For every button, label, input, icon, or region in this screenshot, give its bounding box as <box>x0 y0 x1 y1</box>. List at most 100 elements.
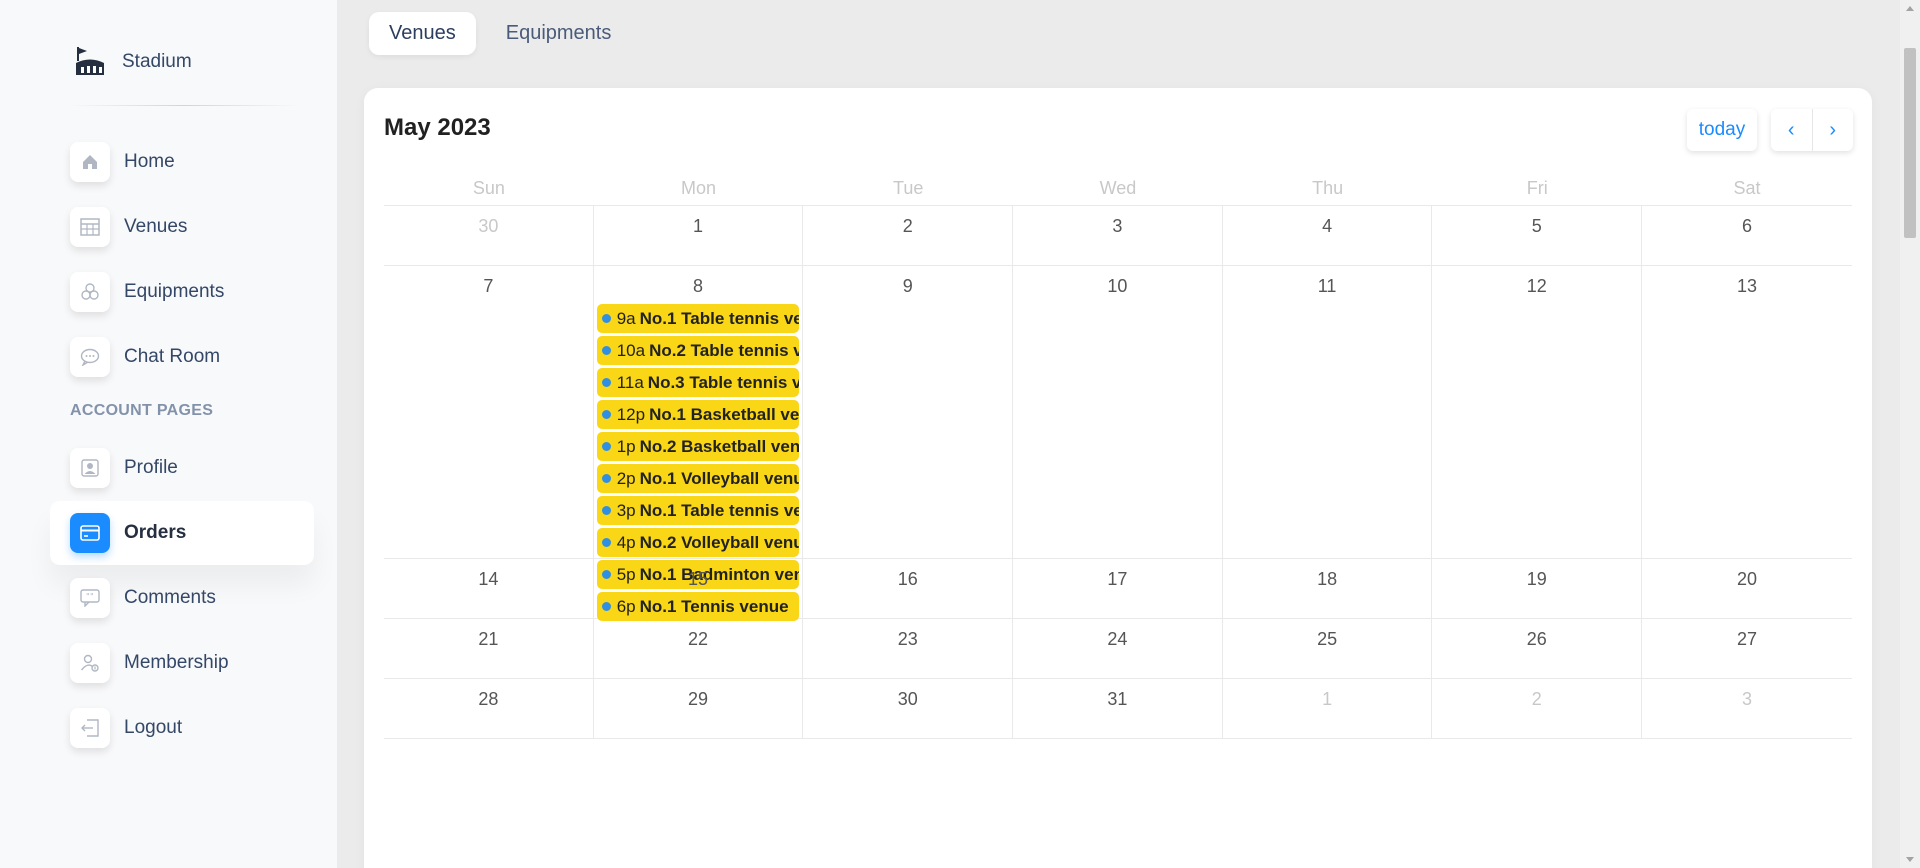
day-number[interactable]: 16 <box>803 559 1012 597</box>
scroll-down-icon[interactable] <box>1906 857 1914 862</box>
calendar-day[interactable]: 7 <box>384 266 594 558</box>
day-number[interactable]: 23 <box>803 619 1012 657</box>
calendar-day[interactable]: 18 <box>1223 559 1433 618</box>
day-number[interactable]: 2 <box>803 206 1012 244</box>
day-number[interactable]: 27 <box>1642 619 1852 657</box>
calendar-day[interactable]: 28 <box>384 679 594 738</box>
day-number[interactable]: 4 <box>1223 206 1432 244</box>
calendar-day[interactable]: 29 <box>594 679 804 738</box>
today-button[interactable]: today <box>1687 109 1757 151</box>
calendar-day[interactable]: 11 <box>1223 266 1433 558</box>
day-number[interactable]: 1 <box>1223 679 1432 717</box>
sidebar-item-comments[interactable]: " " Comments <box>50 566 314 630</box>
calendar-day[interactable]: 12 <box>1432 266 1643 558</box>
day-number[interactable]: 7 <box>384 266 593 304</box>
scrollbar-thumb[interactable] <box>1904 48 1916 238</box>
sidebar-item-logout[interactable]: Logout <box>50 696 314 760</box>
day-number[interactable]: 3 <box>1642 679 1852 717</box>
calendar-event[interactable]: 9aNo.1 Table tennis venue <box>596 304 800 333</box>
calendar-day[interactable]: 10 <box>1013 266 1223 558</box>
sidebar-item-membership[interactable]: Membership <box>50 631 314 695</box>
calendar-day[interactable]: 3 <box>1642 679 1852 738</box>
calendar-day[interactable]: 15 <box>594 559 804 618</box>
calendar-day[interactable]: 9 <box>803 266 1014 558</box>
day-number[interactable]: 6 <box>1642 206 1852 244</box>
sidebar-item-venues[interactable]: Venues <box>50 195 314 259</box>
day-number[interactable]: 21 <box>384 619 593 657</box>
calendar-day[interactable]: 13 <box>1642 266 1852 558</box>
day-number[interactable]: 22 <box>594 619 803 657</box>
sidebar-item-equipments[interactable]: Equipments <box>50 260 314 324</box>
calendar-day[interactable]: 17 <box>1013 559 1223 618</box>
calendar-day[interactable]: 4 <box>1223 206 1433 265</box>
day-number[interactable]: 26 <box>1432 619 1641 657</box>
calendar-day[interactable]: 30 <box>803 679 1014 738</box>
calendar-event[interactable]: 1pNo.2 Basketball venue <box>596 432 800 461</box>
page-scrollbar[interactable] <box>1900 0 1920 868</box>
day-number[interactable]: 24 <box>1013 619 1222 657</box>
event-dot-icon <box>601 538 611 547</box>
day-number[interactable]: 13 <box>1642 266 1852 304</box>
calendar-day[interactable]: 31 <box>1013 679 1223 738</box>
calendar-day[interactable]: 21 <box>384 619 594 678</box>
calendar-day[interactable]: 16 <box>803 559 1014 618</box>
day-number[interactable]: 9 <box>803 266 1012 304</box>
day-number[interactable]: 15 <box>594 559 803 597</box>
calendar-day[interactable]: 23 <box>803 619 1014 678</box>
calendar-day[interactable]: 25 <box>1223 619 1433 678</box>
calendar-day[interactable]: 2 <box>1432 679 1643 738</box>
calendar-event[interactable]: 3pNo.1 Table tennis venue <box>596 496 800 525</box>
day-number[interactable]: 30 <box>803 679 1012 717</box>
calendar-event[interactable]: 4p No.2 Volleyball venue <box>596 528 800 557</box>
calendar-event[interactable]: 2p No.1 Volleyball venue <box>596 464 800 493</box>
calendar-event[interactable]: 10aNo.2 Table tennis venue <box>596 336 800 365</box>
day-number[interactable]: 31 <box>1013 679 1222 717</box>
day-number[interactable]: 17 <box>1013 559 1222 597</box>
day-number[interactable]: 19 <box>1432 559 1641 597</box>
day-number[interactable]: 5 <box>1432 206 1641 244</box>
day-number[interactable]: 20 <box>1642 559 1852 597</box>
calendar-day[interactable]: 2 <box>803 206 1014 265</box>
calendar-day[interactable]: 24 <box>1013 619 1223 678</box>
sidebar-item-orders[interactable]: Orders <box>50 501 314 565</box>
calendar-day[interactable]: 27 <box>1642 619 1852 678</box>
calendar-day[interactable]: 19 <box>1432 559 1643 618</box>
day-number[interactable]: 30 <box>384 206 593 244</box>
day-number[interactable]: 11 <box>1223 266 1432 304</box>
calendar-day[interactable]: 26 <box>1432 619 1643 678</box>
day-number[interactable]: 8 <box>594 266 803 304</box>
calendar-day[interactable]: 22 <box>594 619 804 678</box>
sidebar-item-home[interactable]: Home <box>50 130 314 194</box>
calendar-event[interactable]: 11aNo.3 Table tennis venue <box>596 368 800 397</box>
sidebar-item-chat-room[interactable]: Chat Room <box>50 325 314 389</box>
calendar-day[interactable]: 20 <box>1642 559 1852 618</box>
calendar-event[interactable]: 12pNo.1 Basketball venue <box>596 400 800 429</box>
day-number[interactable]: 14 <box>384 559 593 597</box>
calendar-day[interactable]: 3 <box>1013 206 1223 265</box>
calendar-day[interactable]: 1 <box>594 206 804 265</box>
day-number[interactable]: 10 <box>1013 266 1222 304</box>
calendar-day[interactable]: 6 <box>1642 206 1852 265</box>
calendar-day[interactable]: 14 <box>384 559 594 618</box>
brand[interactable]: Stadium <box>70 42 192 82</box>
day-number[interactable]: 2 <box>1432 679 1641 717</box>
day-number[interactable]: 29 <box>594 679 803 717</box>
sidebar-item-label: Chat Room <box>124 346 221 367</box>
calendar-day[interactable]: 89aNo.1 Table tennis venue 10aNo.2 Table … <box>594 266 804 621</box>
sidebar-item-label: Comments <box>124 587 216 608</box>
day-number[interactable]: 18 <box>1223 559 1432 597</box>
next-month-button[interactable]: › <box>1813 109 1854 151</box>
day-number[interactable]: 1 <box>594 206 803 244</box>
scroll-up-icon[interactable] <box>1906 6 1914 11</box>
tab-venues[interactable]: Venues <box>369 12 476 55</box>
day-number[interactable]: 3 <box>1013 206 1222 244</box>
calendar-day[interactable]: 1 <box>1223 679 1433 738</box>
prev-month-button[interactable]: ‹ <box>1771 109 1813 151</box>
day-number[interactable]: 12 <box>1432 266 1641 304</box>
day-number[interactable]: 25 <box>1223 619 1432 657</box>
sidebar-item-profile[interactable]: Profile <box>50 436 314 500</box>
day-number[interactable]: 28 <box>384 679 593 717</box>
calendar-day[interactable]: 5 <box>1432 206 1643 265</box>
tab-equipments[interactable]: Equipments <box>486 12 632 55</box>
calendar-day[interactable]: 30 <box>384 206 594 265</box>
